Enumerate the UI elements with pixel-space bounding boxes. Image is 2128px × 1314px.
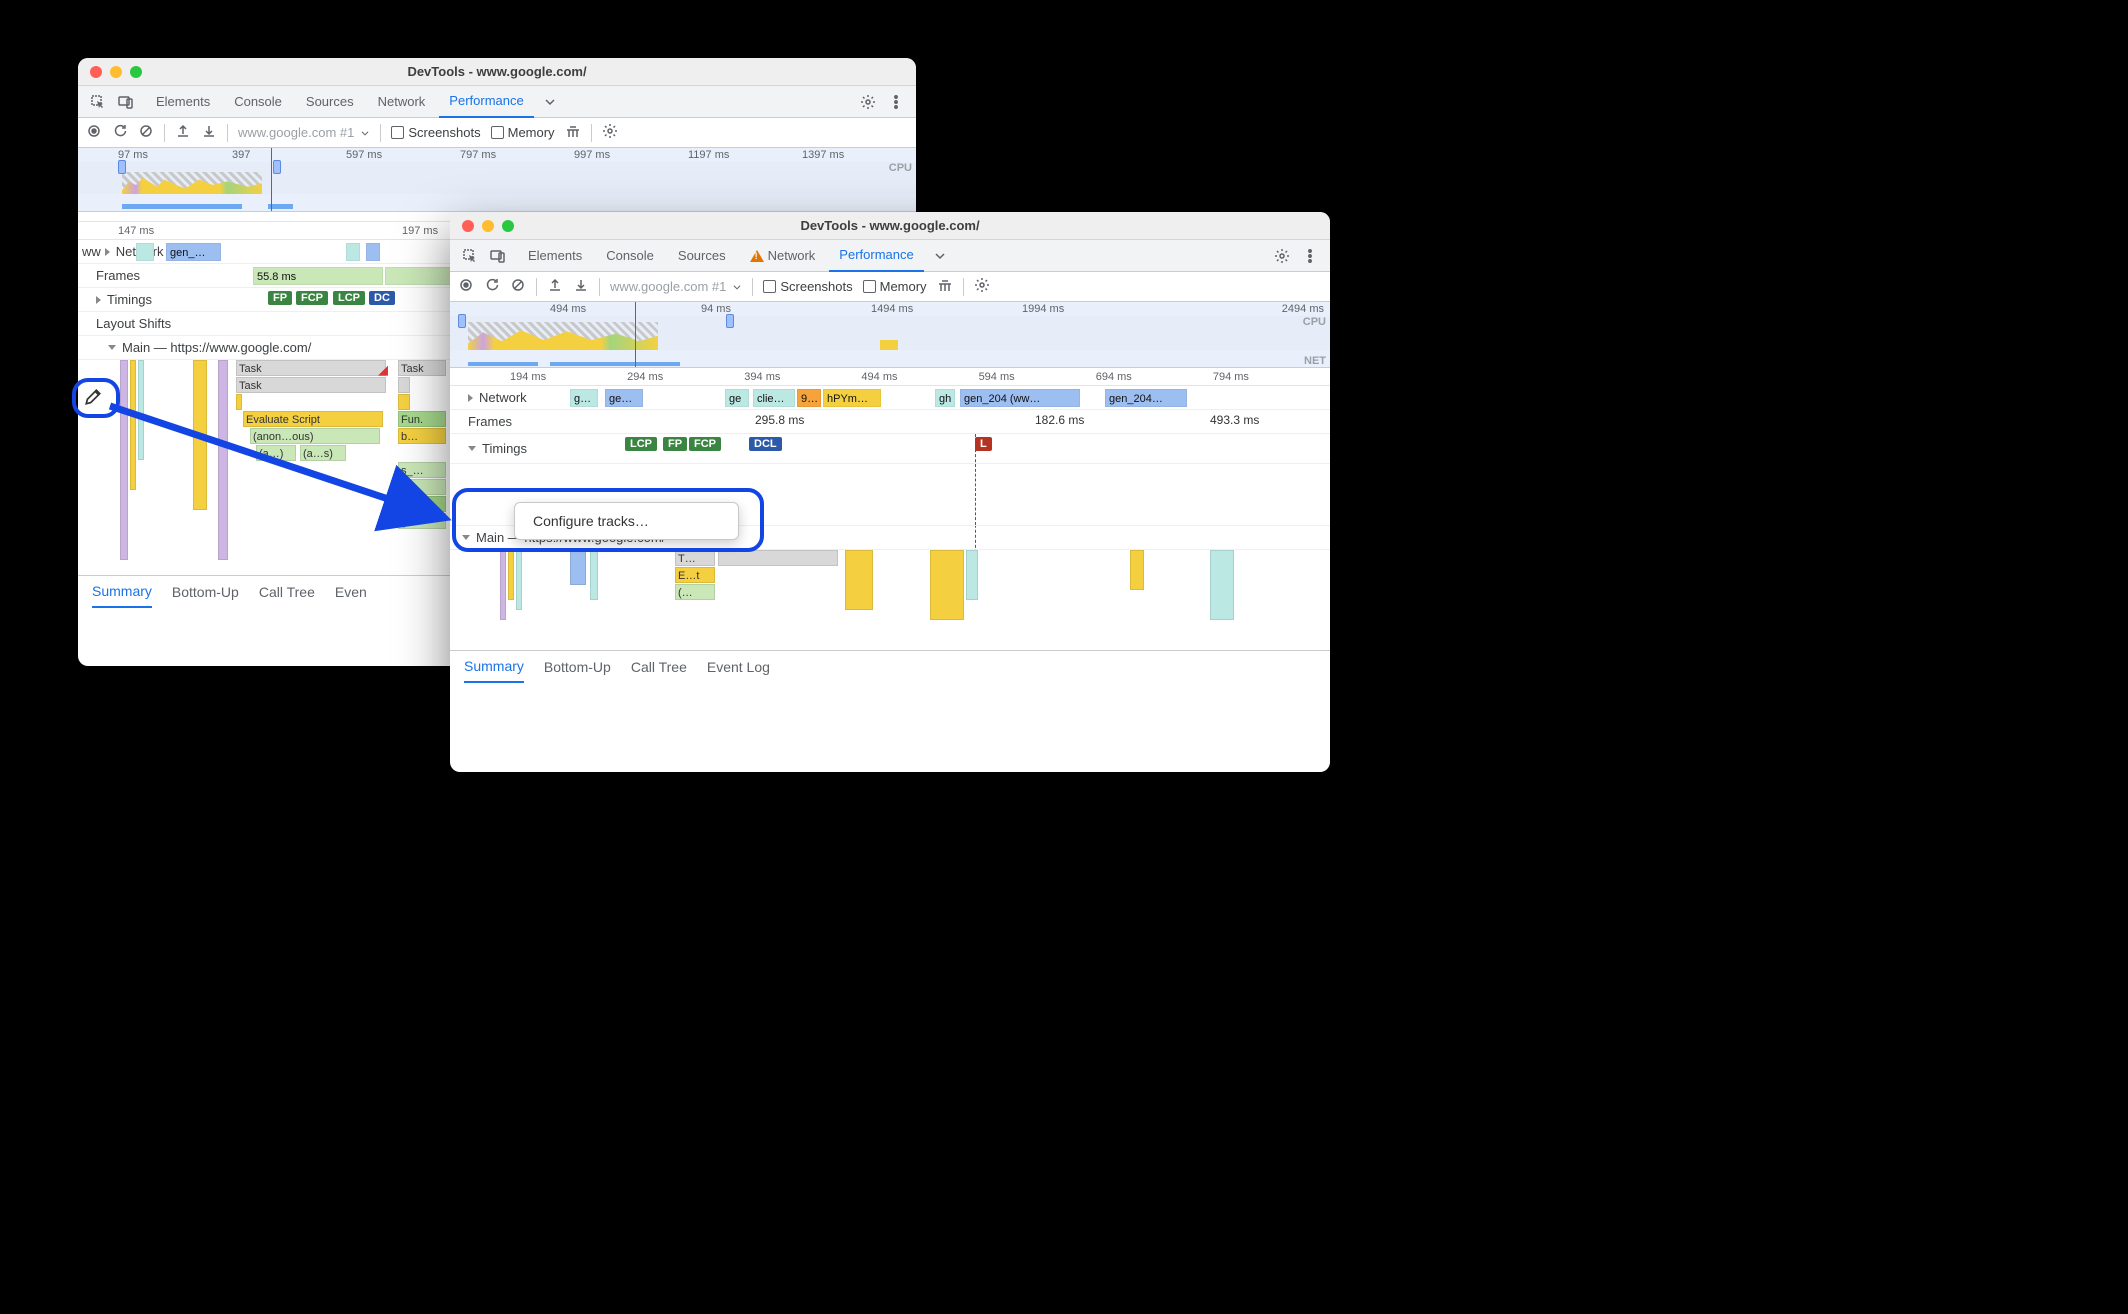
warning-icon	[750, 250, 764, 262]
time-ruler[interactable]: 194 ms 294 ms 394 ms 494 ms 594 ms 694 m…	[450, 368, 1330, 386]
summary-tab[interactable]: Summary	[464, 651, 524, 683]
tab-console[interactable]: Console	[224, 86, 292, 118]
zoom-window-button[interactable]	[130, 66, 142, 78]
upload-icon[interactable]	[175, 123, 191, 142]
annotation-arrow	[100, 398, 470, 538]
window-title: DevTools - www.google.com/	[78, 64, 916, 79]
details-tabbar: Summary Bottom-Up Call Tree Event Log	[450, 650, 1330, 682]
device-toolbar-icon[interactable]	[486, 244, 510, 268]
settings-gear-icon[interactable]	[1270, 244, 1294, 268]
timings-lane[interactable]: Timings LCP FP FCP DCL L	[450, 434, 1330, 464]
tab-sources[interactable]: Sources	[296, 86, 364, 118]
upload-icon[interactable]	[547, 277, 563, 296]
task-bar[interactable]: Task	[236, 377, 386, 393]
call-tree-tab[interactable]: Call Tree	[631, 659, 687, 675]
overview-ticks: 494 ms 94 ms 1494 ms 1994 ms 2494 ms	[450, 302, 1330, 316]
device-toolbar-icon[interactable]	[114, 90, 138, 114]
download-icon[interactable]	[573, 277, 589, 296]
kebab-menu-icon[interactable]	[884, 90, 908, 114]
summary-tab[interactable]: Summary	[92, 576, 152, 608]
close-window-button[interactable]	[462, 220, 474, 232]
inspect-element-icon[interactable]	[86, 90, 110, 114]
net-label: NET	[1304, 355, 1326, 367]
tab-network[interactable]: Network	[368, 86, 436, 118]
more-tabs-icon[interactable]	[538, 90, 562, 114]
overview-ticks: 97 ms 397 597 ms 797 ms 997 ms 1197 ms 1…	[78, 148, 916, 162]
overview-minimap[interactable]: 97 ms 397 597 ms 797 ms 997 ms 1197 ms 1…	[78, 148, 916, 212]
call-tree-tab[interactable]: Call Tree	[259, 584, 315, 600]
screenshots-checkbox[interactable]: Screenshots	[391, 125, 480, 140]
zoom-window-button[interactable]	[502, 220, 514, 232]
close-window-button[interactable]	[90, 66, 102, 78]
configure-tracks-menuitem[interactable]: Configure tracks…	[515, 509, 738, 533]
inspect-element-icon[interactable]	[458, 244, 482, 268]
event-log-tab[interactable]: Event Log	[707, 659, 770, 675]
tab-console[interactable]: Console	[596, 240, 664, 272]
network-request-chip[interactable]	[136, 243, 154, 261]
flame-chart[interactable]: T… E…t (…	[450, 550, 1330, 650]
timing-badge-dcl[interactable]: DC	[369, 291, 395, 305]
overview-minimap[interactable]: 494 ms 94 ms 1494 ms 1994 ms 2494 ms CPU…	[450, 302, 1330, 368]
memory-checkbox[interactable]: Memory	[491, 125, 555, 140]
flame-bar[interactable]	[398, 377, 410, 393]
reload-record-button[interactable]	[484, 277, 500, 296]
tab-elements[interactable]: Elements	[146, 86, 220, 118]
minimize-window-button[interactable]	[482, 220, 494, 232]
timing-badge-lcp[interactable]: LCP	[333, 291, 365, 305]
capture-settings-gear-icon[interactable]	[602, 123, 618, 142]
bottom-up-tab[interactable]: Bottom-Up	[544, 659, 611, 675]
timing-badge-fcp[interactable]: FCP	[296, 291, 328, 305]
target-selector[interactable]: www.google.com #1	[238, 125, 370, 141]
settings-gear-icon[interactable]	[856, 90, 880, 114]
minimize-window-button[interactable]	[110, 66, 122, 78]
task-bar[interactable]: Task	[398, 360, 446, 376]
frames-lane[interactable]: Frames 295.8 ms 182.6 ms 493.3 ms	[450, 410, 1330, 434]
clear-button[interactable]	[138, 123, 154, 142]
record-button[interactable]	[86, 123, 102, 142]
screenshots-checkbox[interactable]: Screenshots	[763, 279, 852, 294]
clear-button[interactable]	[510, 277, 526, 296]
cpu-label: CPU	[1303, 316, 1326, 328]
tab-performance[interactable]: Performance	[829, 240, 923, 272]
titlebar[interactable]: DevTools - www.google.com/	[450, 212, 1330, 240]
collect-garbage-icon[interactable]	[565, 123, 581, 142]
tab-network[interactable]: Network	[740, 240, 826, 272]
record-button[interactable]	[458, 277, 474, 296]
collect-garbage-icon[interactable]	[937, 277, 953, 296]
titlebar[interactable]: DevTools - www.google.com/	[78, 58, 916, 86]
event-log-tab[interactable]: Even	[335, 584, 367, 600]
context-menu: Configure tracks…	[514, 502, 739, 540]
download-icon[interactable]	[201, 123, 217, 142]
panel-tabbar: Elements Console Sources Network Perform…	[78, 86, 916, 118]
frame-chip[interactable]: 55.8 ms	[253, 267, 383, 285]
task-bar[interactable]: Task	[236, 360, 386, 376]
edit-tracks-pencil-icon[interactable]	[84, 388, 102, 409]
more-tabs-icon[interactable]	[928, 244, 952, 268]
kebab-menu-icon[interactable]	[1298, 244, 1322, 268]
bottom-up-tab[interactable]: Bottom-Up	[172, 584, 239, 600]
window-title: DevTools - www.google.com/	[450, 218, 1330, 233]
network-lane[interactable]: Network g… ge… ge clie… 9… hPYm… gh gen_…	[450, 386, 1330, 410]
cpu-label: CPU	[889, 162, 912, 174]
target-selector[interactable]: www.google.com #1	[610, 279, 742, 295]
cpu-activity-wave	[450, 316, 1330, 350]
tab-elements[interactable]: Elements	[518, 240, 592, 272]
network-request-chip[interactable]: gen_…	[166, 243, 221, 261]
tab-performance[interactable]: Performance	[439, 86, 533, 118]
reload-record-button[interactable]	[112, 123, 128, 142]
cpu-activity-wave	[78, 162, 916, 194]
tab-sources[interactable]: Sources	[668, 240, 736, 272]
network-request-chip[interactable]	[366, 243, 380, 261]
devtools-window-2: DevTools - www.google.com/ Elements Cons…	[450, 212, 1330, 772]
network-request-chip[interactable]	[346, 243, 360, 261]
timing-badge-fp[interactable]: FP	[268, 291, 292, 305]
memory-checkbox[interactable]: Memory	[863, 279, 927, 294]
capture-settings-gear-icon[interactable]	[974, 277, 990, 296]
performance-toolbar: www.google.com #1 Screenshots Memory	[450, 272, 1330, 302]
performance-toolbar: www.google.com #1 Screenshots Memory	[78, 118, 916, 148]
panel-tabbar: Elements Console Sources Network Perform…	[450, 240, 1330, 272]
